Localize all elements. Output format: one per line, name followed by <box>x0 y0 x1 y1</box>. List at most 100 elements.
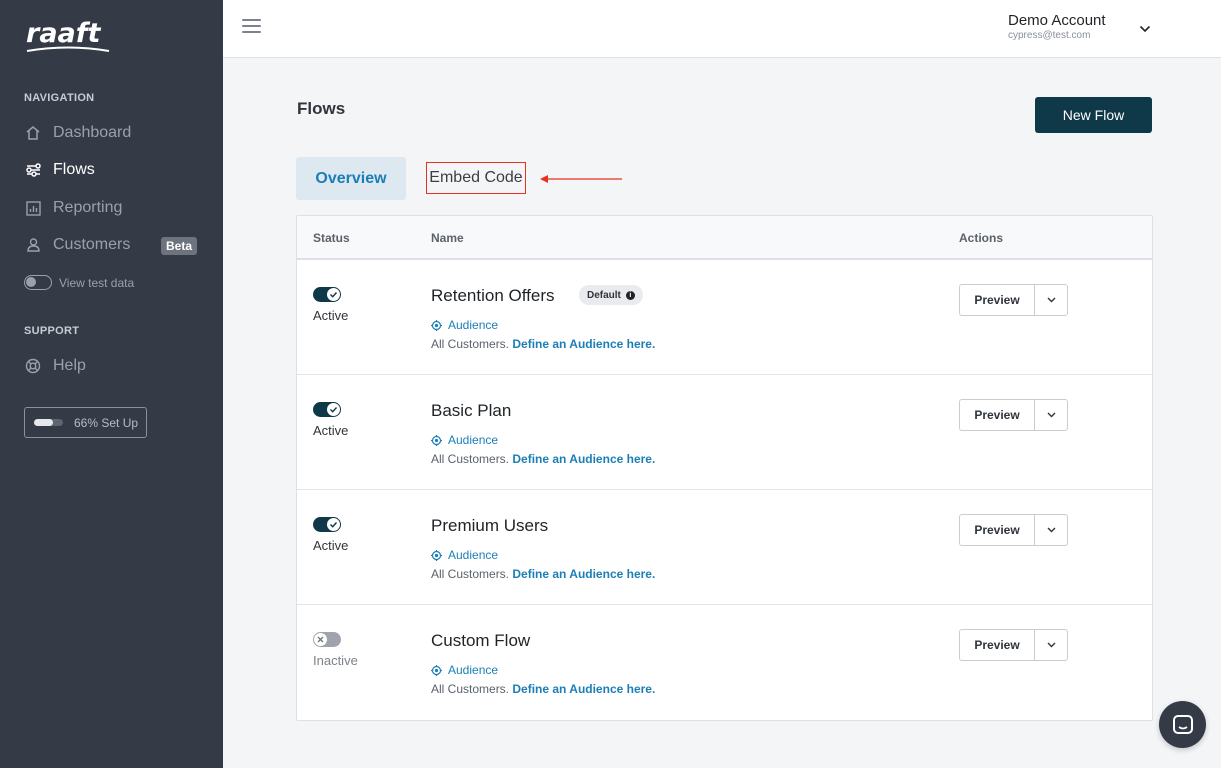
audience-label: Audience <box>448 548 499 562</box>
chevron-down-icon <box>1047 297 1055 303</box>
info-icon[interactable]: i <box>625 290 635 300</box>
setup-progress-button[interactable]: 66% Set Up <box>24 407 147 438</box>
sidebar-item-dashboard[interactable]: Dashboard <box>24 120 131 146</box>
sidebar-item-flows[interactable]: Flows <box>24 157 95 183</box>
audience-link[interactable]: Audience <box>431 548 498 562</box>
column-header-status: Status <box>313 231 350 245</box>
support-section-label: SUPPORT <box>24 325 80 337</box>
table-row: Inactive Custom Flow Audience All Custom… <box>297 605 1152 720</box>
table-row: Active Premium Users Audience All Custom… <box>297 490 1152 605</box>
audience-link[interactable]: Audience <box>431 663 498 677</box>
actions-dropdown-button[interactable] <box>1034 284 1068 316</box>
define-audience-link[interactable]: Define an Audience here. <box>512 452 655 466</box>
status-text: Active <box>313 308 349 323</box>
audience-link[interactable]: Audience <box>431 318 498 332</box>
check-icon <box>327 403 340 416</box>
audience-description: All Customers. Define an Audience here. <box>431 337 655 351</box>
table-row: Active Retention Offers Default i Audien… <box>297 260 1152 375</box>
view-test-data-label: View test data <box>59 275 135 290</box>
check-icon <box>327 518 340 531</box>
status-toggle[interactable] <box>313 402 341 417</box>
raaft-logo[interactable]: raaft <box>26 18 110 54</box>
x-icon <box>314 633 327 646</box>
check-icon <box>327 288 340 301</box>
table-header: Status Name Actions <box>297 216 1152 260</box>
page-title: Flows <box>297 99 346 118</box>
flows-table: Status Name Actions Active Retention Off… <box>296 215 1153 721</box>
status-toggle[interactable] <box>313 632 341 647</box>
actions-dropdown-button[interactable] <box>1034 629 1068 661</box>
audience-description-text: All Customers. <box>431 567 510 581</box>
annotation-arrow-icon <box>540 175 622 183</box>
user-icon <box>24 236 42 254</box>
flows-icon <box>24 161 42 179</box>
tab-embed-code[interactable]: Embed Code <box>426 162 526 194</box>
chevron-down-icon[interactable] <box>1139 20 1151 38</box>
crosshair-icon <box>431 664 442 676</box>
account-name: Demo Account <box>1008 12 1106 29</box>
define-audience-link[interactable]: Define an Audience here. <box>512 567 655 581</box>
beta-badge: Beta <box>161 237 198 255</box>
sidebar-item-label: Dashboard <box>53 124 132 141</box>
sidebar: raaft NAVIGATION Dashboard Flows Reporti… <box>0 0 223 768</box>
flow-name[interactable]: Basic Plan <box>431 401 511 421</box>
preview-button[interactable]: Preview <box>959 514 1034 546</box>
audience-description: All Customers. Define an Audience here. <box>431 452 655 466</box>
status-text: Active <box>313 423 349 438</box>
sidebar-item-label: Reporting <box>53 199 123 216</box>
sidebar-item-label: Customers <box>53 236 131 253</box>
sidebar-item-customers[interactable]: Customers <box>24 232 130 258</box>
audience-description: All Customers. Define an Audience here. <box>431 567 655 581</box>
audience-description-text: All Customers. <box>431 337 510 351</box>
reporting-icon <box>24 199 42 217</box>
logo-swoosh-icon <box>26 46 110 52</box>
sidebar-item-help[interactable]: Help <box>24 353 86 379</box>
status-text: Active <box>313 538 349 553</box>
column-header-actions: Actions <box>959 231 1004 245</box>
help-lifebuoy-icon <box>24 357 42 375</box>
default-badge-label: Default <box>587 289 621 301</box>
view-test-data-toggle[interactable]: View test data <box>24 275 134 290</box>
sidebar-item-reporting[interactable]: Reporting <box>24 195 122 221</box>
sidebar-item-label: Flows <box>53 161 95 178</box>
chat-support-button[interactable] <box>1159 701 1206 748</box>
flow-name[interactable]: Premium Users <box>431 516 548 536</box>
preview-button[interactable]: Preview <box>959 629 1034 661</box>
chevron-down-icon <box>1047 527 1055 533</box>
preview-button[interactable]: Preview <box>959 284 1034 316</box>
setup-progress-bar <box>34 419 63 426</box>
chat-icon <box>1172 714 1193 734</box>
preview-button[interactable]: Preview <box>959 399 1034 431</box>
navigation-section-label: NAVIGATION <box>24 92 95 104</box>
define-audience-link[interactable]: Define an Audience here. <box>512 682 655 696</box>
account-menu[interactable]: Demo Account cypress@test.com <box>1008 12 1106 41</box>
audience-label: Audience <box>448 433 499 447</box>
setup-progress-label: 66% Set Up <box>74 415 139 430</box>
toggle-switch-icon <box>24 275 52 290</box>
top-bar: Demo Account cypress@test.com <box>223 0 1221 58</box>
chevron-down-icon <box>1047 412 1055 418</box>
actions-dropdown-button[interactable] <box>1034 399 1068 431</box>
flow-name[interactable]: Retention Offers <box>431 286 554 306</box>
audience-label: Audience <box>448 318 499 332</box>
new-flow-button[interactable]: New Flow <box>1035 97 1152 133</box>
audience-description: All Customers. Define an Audience here. <box>431 682 655 696</box>
tab-overview[interactable]: Overview <box>296 157 406 200</box>
status-toggle[interactable] <box>313 517 341 532</box>
audience-link[interactable]: Audience <box>431 433 498 447</box>
define-audience-link[interactable]: Define an Audience here. <box>512 337 655 351</box>
default-badge: Default i <box>579 285 643 305</box>
crosshair-icon <box>431 549 442 561</box>
table-row: Active Basic Plan Audience All Customers… <box>297 375 1152 490</box>
flow-name[interactable]: Custom Flow <box>431 631 530 651</box>
actions-dropdown-button[interactable] <box>1034 514 1068 546</box>
column-header-name: Name <box>431 231 464 245</box>
setup-progress-fill <box>34 419 54 426</box>
sidebar-item-label: Help <box>53 357 86 374</box>
status-text: Inactive <box>313 653 358 668</box>
hamburger-menu-icon[interactable] <box>242 19 261 35</box>
audience-label: Audience <box>448 663 499 677</box>
crosshair-icon <box>431 434 442 446</box>
account-email: cypress@test.com <box>1008 30 1091 41</box>
status-toggle[interactable] <box>313 287 341 302</box>
